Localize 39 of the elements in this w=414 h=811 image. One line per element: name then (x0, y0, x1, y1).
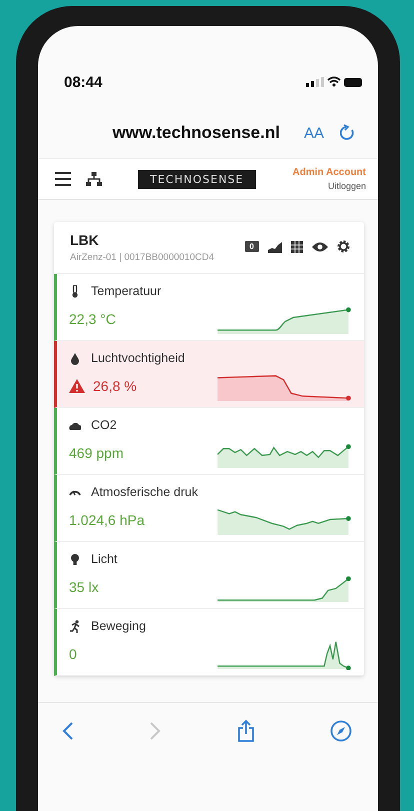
settings-icon[interactable] (337, 240, 350, 253)
sensor-value: 35 lx (69, 579, 99, 595)
brand-logo[interactable]: TECHNOSENSE (138, 170, 256, 188)
sensor-value: 1.024,6 hPa (69, 512, 145, 528)
running-person-icon (69, 620, 81, 632)
status-icons (306, 76, 364, 88)
area-chart-icon[interactable] (268, 240, 282, 252)
device-id: AirZenz-01 | 0017BB0000010CD4 (70, 252, 214, 263)
warning-icon (69, 379, 85, 393)
sensor-name: Temperatuur (91, 284, 162, 298)
sensor-name: Luchtvochtigheid (91, 351, 185, 365)
device-name: LBK (70, 232, 100, 248)
sensor-name: Atmosferische druk (91, 485, 198, 499)
folder-counter[interactable]: 0 (244, 241, 259, 252)
reload-icon[interactable] (340, 124, 356, 142)
logout-link[interactable]: Uitloggen (328, 181, 366, 191)
sensor-row[interactable]: CO2 469 ppm (54, 408, 364, 475)
sensor-value: 26,8 % (93, 378, 137, 394)
sensor-name: Beweging (91, 619, 146, 633)
sensor-row[interactable]: Beweging 0 (54, 609, 364, 676)
share-icon[interactable] (236, 719, 255, 743)
eye-icon[interactable] (312, 242, 328, 252)
sensor-row[interactable]: Luchtvochtigheid 26,8 % (54, 341, 364, 408)
sensor-value: 469 ppm (69, 445, 124, 461)
sensor-value: 0 (69, 646, 77, 662)
menu-icon[interactable] (54, 171, 72, 187)
clock-time: 08:44 (64, 74, 102, 90)
sensor-name: CO2 (91, 418, 117, 432)
text-size-button[interactable]: AA (304, 124, 324, 142)
bulb-icon (69, 552, 81, 566)
sensor-name: Licht (91, 552, 118, 566)
droplet-icon (69, 352, 81, 364)
table-icon[interactable] (291, 240, 303, 252)
hierarchy-icon[interactable] (86, 172, 102, 186)
sensor-row[interactable]: Licht 35 lx (54, 542, 364, 609)
chevron-left-icon[interactable] (62, 721, 74, 741)
url-address[interactable]: www.technosense.nl (112, 123, 280, 143)
sensor-value: 22,3 °C (69, 311, 116, 327)
sensor-row[interactable]: Atmosferische druk 1.024,6 hPa (54, 475, 364, 542)
